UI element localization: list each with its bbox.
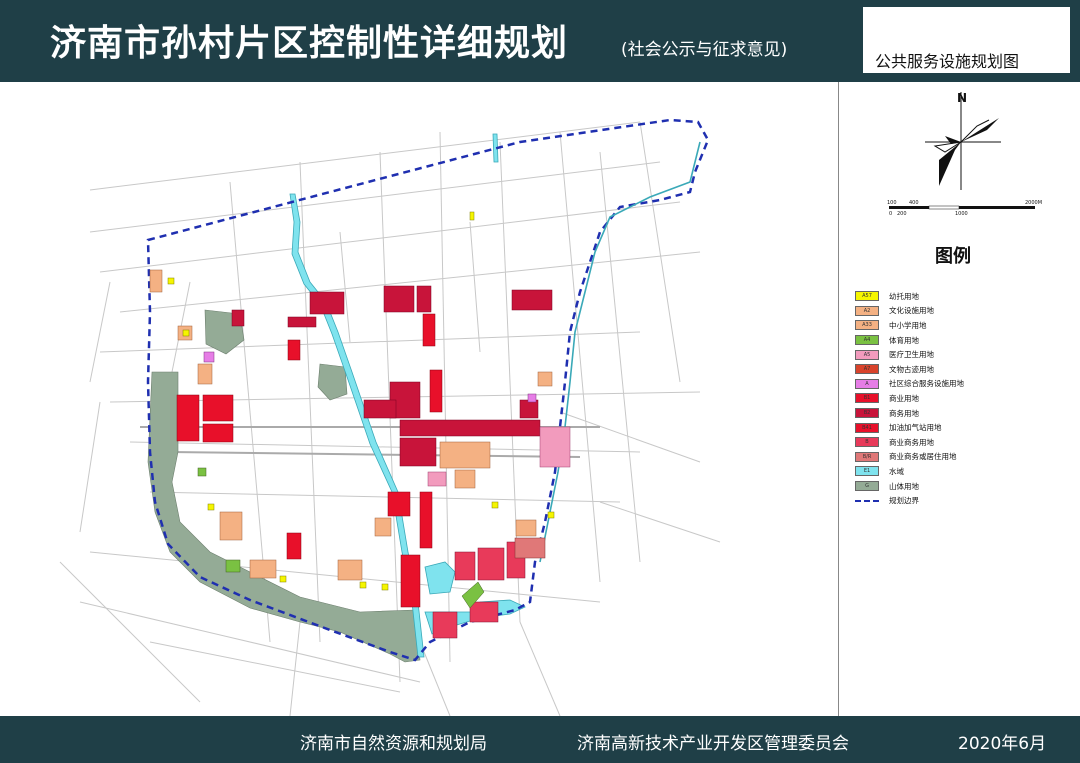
legend-list: A57 幼托用地 A2 文化设施用地 A33 中小学用地 A4 体育用地 A5 医疗卫生用地 A7 文… [855, 289, 964, 508]
scale-label: 0 [889, 211, 892, 217]
planning-map[interactable] [0, 82, 838, 716]
legend-item: B 商业商务用地 [855, 435, 964, 450]
business-land [231, 285, 553, 467]
legend-item: E1 水域 [855, 464, 964, 479]
legend-label: 体育用地 [889, 335, 919, 345]
north-arrow-icon [925, 90, 1005, 195]
legend-swatch: B1 [855, 393, 879, 404]
legend-label: 山体用地 [889, 481, 919, 491]
legend-swatch: A [855, 378, 879, 389]
legend-item: 规划边界 [855, 493, 964, 508]
legend-swatch: G [855, 481, 879, 492]
legend-swatch: A2 [855, 305, 879, 316]
footer-bar: 济南市自然资源和规划局 济南高新技术产业开发区管理委员会 2020年6月 [0, 716, 1080, 763]
legend-swatch: A57 [855, 291, 879, 302]
legend-item: A2 文化设施用地 [855, 304, 964, 319]
scale-label: 100 [887, 200, 897, 206]
footer-bureau: 济南市自然资源和规划局 [300, 734, 487, 754]
title-bar: 济南市孙村片区控制性详细规划 (社会公示与征求意见) 公共服务设施规划图 [0, 0, 1080, 82]
map-canvas [59, 118, 721, 716]
legend-item: G 山体用地 [855, 479, 964, 494]
legend-label: 中小学用地 [889, 320, 927, 330]
north-label: N [957, 91, 968, 105]
legend-label: 文物古迹用地 [889, 364, 934, 374]
scale-label: 200 [897, 211, 907, 217]
legend-label: 水域 [889, 466, 904, 476]
legend-swatch: E1 [855, 466, 879, 477]
scale-label: 400 [909, 200, 919, 206]
legend-label: 商业用地 [889, 393, 919, 403]
map-title: 济南市孙村片区控制性详细规划 [50, 23, 569, 64]
legend-label: 文化设施用地 [889, 306, 934, 316]
legend-label: 商业商务或居住用地 [889, 452, 957, 462]
legend-swatch: A5 [855, 349, 879, 360]
legend-label: 商业商务用地 [889, 437, 934, 447]
legend-panel: N 100 400 2000M 0 200 1000 图例 A57 幼托用地 A2 文… [838, 82, 1080, 716]
legend-swatch [855, 499, 879, 502]
map-sheet-name: 公共服务设施规划图 [875, 52, 1020, 71]
legend-item: A 社区综合服务设施用地 [855, 377, 964, 392]
legend-swatch: B2 [855, 408, 879, 419]
legend-item: A7 文物古迹用地 [855, 362, 964, 377]
legend-item: B1 商业用地 [855, 391, 964, 406]
legend-item: B41 加油加气站用地 [855, 420, 964, 435]
legend-swatch: B/R [855, 451, 879, 462]
legend-item: A33 中小学用地 [855, 318, 964, 333]
legend-label: 社区综合服务设施用地 [889, 379, 964, 389]
scale-label: 2000M [1025, 200, 1042, 206]
legend-label: 加油加气站用地 [889, 423, 942, 433]
legend-swatch: A33 [855, 320, 879, 331]
legend-label: 幼托用地 [889, 291, 919, 301]
legend-item: B2 商务用地 [855, 406, 964, 421]
footer-committee: 济南高新技术产业开发区管理委员会 [577, 734, 849, 754]
legend-swatch: A4 [855, 335, 879, 346]
legend-swatch: B [855, 437, 879, 448]
legend-item: A5 医疗卫生用地 [855, 347, 964, 362]
legend-label: 商务用地 [889, 408, 919, 418]
legend-label: 医疗卫生用地 [889, 350, 934, 360]
scale-bar: 100 400 2000M 0 200 1000 [887, 198, 1047, 224]
legend-swatch: A7 [855, 364, 879, 375]
legend-item: A4 体育用地 [855, 333, 964, 348]
scale-label: 1000 [955, 211, 968, 217]
legend-label: 规划边界 [889, 496, 919, 506]
mountain-land [147, 309, 421, 663]
legend-swatch: B41 [855, 422, 879, 433]
legend-item: A57 幼托用地 [855, 289, 964, 304]
footer-date: 2020年6月 [958, 734, 1047, 754]
legend-title: 图例 [935, 246, 971, 267]
map-subtitle: (社会公示与征求意见) [621, 40, 788, 60]
legend-item: B/R 商业商务或居住用地 [855, 450, 964, 465]
